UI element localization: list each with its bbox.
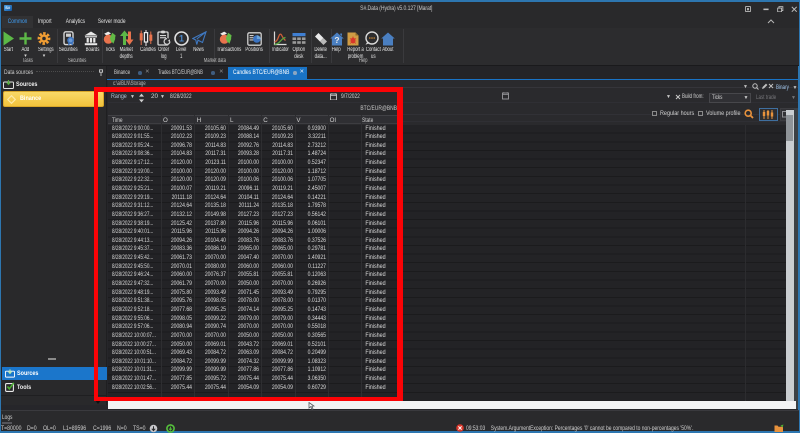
svg-text:1: 1 (179, 34, 184, 44)
svg-text:?: ? (334, 35, 339, 45)
